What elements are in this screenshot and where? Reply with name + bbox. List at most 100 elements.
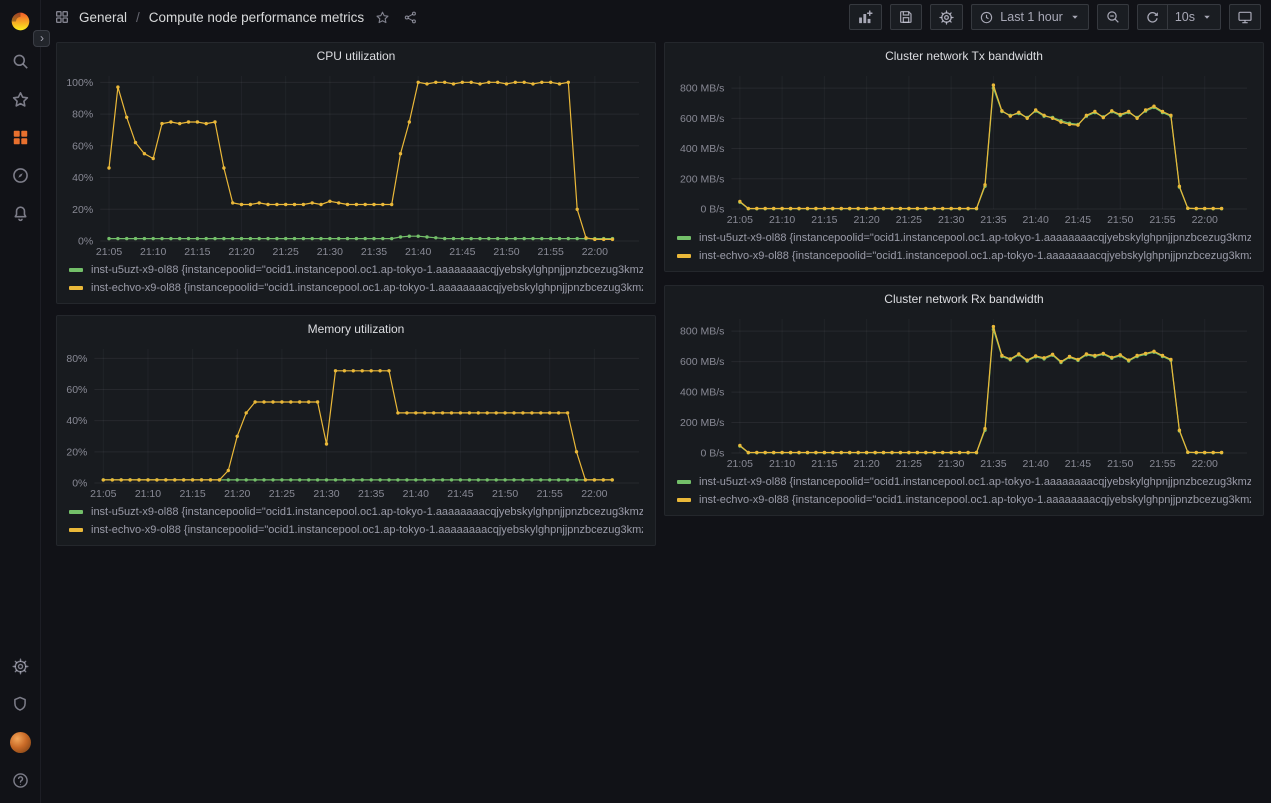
legend-item[interactable]: inst-u5uzt-x9-ol88 {instancepoolid="ocid… [69,503,643,521]
panel-legend: inst-u5uzt-x9-ol88 {instancepoolid="ocid… [665,227,1263,271]
panel-legend: inst-u5uzt-x9-ol88 {instancepoolid="ocid… [57,501,655,545]
sidebar-item-configuration[interactable] [0,647,40,685]
zoom-out-button[interactable] [1097,4,1129,30]
panel-header[interactable]: Cluster network Tx bandwidth [665,43,1263,69]
svg-text:20%: 20% [66,446,87,458]
save-icon [898,9,914,25]
refresh-button[interactable] [1137,4,1168,30]
tv-mode-button[interactable] [1229,4,1261,30]
svg-text:21:25: 21:25 [273,246,299,258]
memory-utilization-chart[interactable]: 21:0521:1021:1521:2021:2521:3021:3521:40… [65,342,647,501]
svg-text:21:40: 21:40 [1023,214,1049,226]
compass-icon [11,166,30,185]
svg-text:21:45: 21:45 [449,246,475,258]
network-rx-chart[interactable]: 21:0521:1021:1521:2021:2521:3021:3521:40… [673,312,1255,471]
user-avatar [10,732,31,753]
svg-text:21:45: 21:45 [1065,458,1091,470]
svg-text:21:30: 21:30 [938,214,964,226]
svg-text:22:00: 22:00 [582,246,608,258]
svg-text:21:35: 21:35 [361,246,387,258]
legend-swatch [677,498,691,502]
panel-header[interactable]: Cluster network Rx bandwidth [665,286,1263,312]
legend-item[interactable]: inst-echvo-x9-ol88 {instancepoolid="ocid… [677,247,1251,265]
svg-text:21:50: 21:50 [492,488,518,500]
legend-swatch [69,528,83,532]
legend-item[interactable]: inst-u5uzt-x9-ol88 {instancepoolid="ocid… [69,261,643,279]
svg-text:21:20: 21:20 [224,488,250,500]
sidebar-item-search[interactable] [0,42,40,80]
legend-item[interactable]: inst-echvo-x9-ol88 {instancepoolid="ocid… [69,279,643,297]
sidebar-item-profile[interactable] [0,723,40,761]
share-icon [403,10,418,25]
panel-header[interactable]: CPU utilization [57,43,655,69]
refresh-button-group: 10s [1137,4,1221,30]
svg-text:200 MB/s: 200 MB/s [680,173,724,185]
sidebar-item-explore[interactable] [0,156,40,194]
monitor-icon [1237,9,1253,25]
svg-text:600 MB/s: 600 MB/s [680,356,724,368]
svg-text:21:10: 21:10 [135,488,161,500]
panel-title: Cluster network Rx bandwidth [884,292,1043,306]
svg-text:800 MB/s: 800 MB/s [680,326,724,338]
legend-label: inst-echvo-x9-ol88 {instancepoolid="ocid… [91,524,643,536]
svg-text:21:50: 21:50 [1107,458,1133,470]
sidebar-expand-button[interactable]: › [33,30,50,47]
sidebar-item-alerting[interactable] [0,194,40,232]
breadcrumb-dashboard-title: Compute node performance metrics [149,10,364,25]
sidebar-item-starred[interactable] [0,80,40,118]
panel-header[interactable]: Memory utilization [57,316,655,342]
svg-text:20%: 20% [72,204,93,216]
clock-icon [979,10,994,25]
bell-icon [11,204,30,223]
sidebar-item-server-admin[interactable] [0,685,40,723]
svg-text:21:10: 21:10 [140,246,166,258]
svg-text:80%: 80% [66,353,87,365]
star-dashboard-button[interactable] [373,8,392,27]
panel-network-tx-bandwidth: Cluster network Tx bandwidth 21:0521:102… [664,42,1264,272]
svg-text:21:20: 21:20 [853,214,879,226]
svg-text:60%: 60% [66,384,87,396]
legend-item[interactable]: inst-echvo-x9-ol88 {instancepoolid="ocid… [69,521,643,539]
svg-text:21:55: 21:55 [538,246,564,258]
legend-item[interactable]: inst-u5uzt-x9-ol88 {instancepoolid="ocid… [677,473,1251,491]
svg-text:21:35: 21:35 [980,458,1006,470]
dashboards-grid-icon [11,128,30,147]
svg-text:21:30: 21:30 [317,246,343,258]
svg-text:800 MB/s: 800 MB/s [680,83,724,95]
svg-text:21:25: 21:25 [896,214,922,226]
breadcrumb-section[interactable]: General [79,10,127,25]
network-tx-chart[interactable]: 21:0521:1021:1521:2021:2521:3021:3521:40… [673,69,1255,227]
search-icon [11,52,30,71]
legend-swatch [677,254,691,258]
svg-text:21:15: 21:15 [184,246,210,258]
add-panel-button[interactable] [849,4,882,30]
panel-title: CPU utilization [317,49,396,63]
time-range-picker[interactable]: Last 1 hour [971,4,1089,30]
cpu-utilization-chart[interactable]: 21:0521:1021:1521:2021:2521:3021:3521:40… [65,69,647,259]
svg-text:21:05: 21:05 [727,214,753,226]
panel-legend: inst-u5uzt-x9-ol88 {instancepoolid="ocid… [57,259,655,303]
svg-text:21:20: 21:20 [853,458,879,470]
star-icon [375,10,390,25]
sidebar-item-dashboards[interactable] [0,118,40,156]
legend-item[interactable]: inst-u5uzt-x9-ol88 {instancepoolid="ocid… [677,229,1251,247]
svg-text:60%: 60% [72,140,93,152]
share-dashboard-button[interactable] [401,8,420,27]
shield-icon [11,695,29,713]
svg-text:21:10: 21:10 [769,458,795,470]
svg-text:0%: 0% [72,478,87,490]
sidebar [0,0,41,803]
breadcrumb: General / Compute node performance metri… [54,9,364,25]
legend-label: inst-u5uzt-x9-ol88 {instancepoolid="ocid… [91,264,643,276]
dashboard-settings-button[interactable] [930,4,963,30]
refresh-interval-dropdown[interactable]: 10s [1168,4,1221,30]
svg-text:22:00: 22:00 [1192,458,1218,470]
sidebar-item-help[interactable] [0,761,40,799]
svg-text:40%: 40% [66,415,87,427]
save-dashboard-button[interactable] [890,4,922,30]
gear-icon [11,657,30,676]
legend-item[interactable]: inst-echvo-x9-ol88 {instancepoolid="ocid… [677,491,1251,509]
svg-text:21:45: 21:45 [447,488,473,500]
svg-text:21:45: 21:45 [1065,214,1091,226]
legend-swatch [69,268,83,272]
